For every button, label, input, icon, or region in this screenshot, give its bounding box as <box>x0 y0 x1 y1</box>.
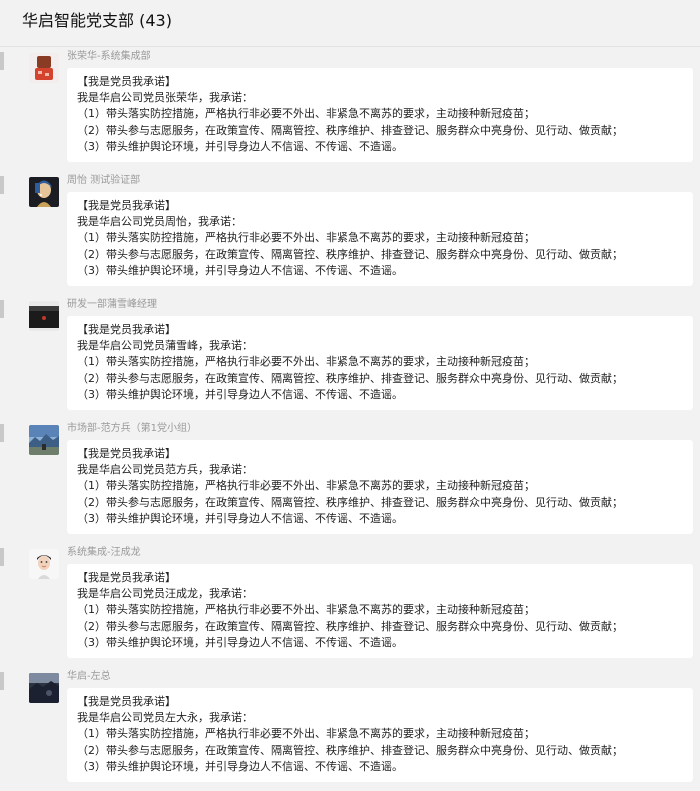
message-line: 【我是党员我承诺】 <box>77 447 176 460</box>
photo-avatar-landscape-icon <box>29 425 59 455</box>
message-line: （1）带头落实防控措施，严格执行非必要不外出、非紧急不离苏的要求，主动接种新冠疫… <box>77 479 535 493</box>
message-line: （1）带头落实防控措施，严格执行非必要不外出、非紧急不离苏的要求，主动接种新冠疫… <box>77 355 535 369</box>
sender-name: 张荣华-系统集成部 <box>67 51 151 62</box>
sender-name: 周怡 测试验证部 <box>67 175 141 186</box>
chat-header: 华启智能党支部 (43) <box>0 0 700 47</box>
message-line: （1）带头落实防控措施，严格执行非必要不外出、非紧急不离苏的要求，主动接种新冠疫… <box>77 231 535 245</box>
message-line: 【我是党员我承诺】 <box>77 571 176 584</box>
sender-name: 华启-左总 <box>67 671 111 682</box>
message-line: （3）带头维护舆论环境，并引导身边人不信谣、不传谣、不造谣。 <box>77 387 403 401</box>
sender-name: 研发一部蒲雪峰经理 <box>67 299 157 310</box>
message-bubble[interactable]: 【我是党员我承诺】 我是华启公司党员张荣华，我承诺： （1）带头落实防控措施，严… <box>67 68 693 162</box>
group-title: 华启智能党支部 (43) <box>22 11 172 30</box>
message-line: 我是华启公司党员蒲雪峰，我承诺： <box>77 339 253 353</box>
message-item: 张荣华-系统集成部 【我是党员我承诺】 我是华启公司党员张荣华，我承诺： （1）… <box>0 47 700 171</box>
avatar[interactable] <box>29 177 59 207</box>
photo-avatar-portrait-painting-icon <box>29 177 59 207</box>
avatar[interactable] <box>29 425 59 455</box>
message-line: （2）带头参与志愿服务，在政策宣传、隔离管控、秩序维护、排查登记、服务群众中亮身… <box>77 371 623 385</box>
avatar[interactable] <box>29 53 59 83</box>
message-line: 我是华启公司党员范方兵，我承诺： <box>77 463 253 477</box>
message-line: 【我是党员我承诺】 <box>77 75 176 88</box>
message-bubble[interactable]: 【我是党员我承诺】 我是华启公司党员周怡，我承诺： （1）带头落实防控措施，严格… <box>67 192 693 286</box>
message-line: （2）带头参与志愿服务，在政策宣传、隔离管控、秩序维护、排查登记、服务群众中亮身… <box>77 247 623 261</box>
message-line: 【我是党员我承诺】 <box>77 323 176 336</box>
message-feed[interactable]: 张荣华-系统集成部 【我是党员我承诺】 我是华启公司党员张荣华，我承诺： （1）… <box>0 47 700 791</box>
photo-avatar-dark-device-icon <box>29 301 59 331</box>
message-bubble[interactable]: 【我是党员我承诺】 我是华启公司党员汪成龙，我承诺： （1）带头落实防控措施，严… <box>67 564 693 658</box>
message-line: （1）带头落实防控措施，严格执行非必要不外出、非紧急不离苏的要求，主动接种新冠疫… <box>77 107 535 121</box>
avatar[interactable] <box>29 673 59 703</box>
message-line: （2）带头参与志愿服务，在政策宣传、隔离管控、秩序维护、排查登记、服务群众中亮身… <box>77 495 623 509</box>
message-bubble[interactable]: 【我是党员我承诺】 我是华启公司党员范方兵，我承诺： （1）带头落实防控措施，严… <box>67 440 693 534</box>
message-line: 我是华启公司党员周怡，我承诺： <box>77 215 242 229</box>
message-item: 系统集成-汪成龙 【我是党员我承诺】 我是华启公司党员汪成龙，我承诺： （1）带… <box>0 543 700 667</box>
message-item: 周怡 测试验证部 【我是党员我承诺】 我是华启公司党员周怡，我承诺： （1）带头… <box>0 171 700 295</box>
photo-avatar-night-scene-icon <box>29 673 59 703</box>
message-line: （1）带头落实防控措施，严格执行非必要不外出、非紧急不离苏的要求，主动接种新冠疫… <box>77 727 535 741</box>
message-line: （3）带头维护舆论环境，并引导身边人不信谣、不传谣、不造谣。 <box>77 759 403 773</box>
message-item: 研发一部蒲雪峰经理 【我是党员我承诺】 我是华启公司党员蒲雪峰，我承诺： （1）… <box>0 295 700 419</box>
avatar[interactable] <box>29 301 59 331</box>
message-line: 【我是党员我承诺】 <box>77 695 176 708</box>
message-line: 我是华启公司党员汪成龙，我承诺： <box>77 587 253 601</box>
message-line: 我是华启公司党员张荣华，我承诺： <box>77 91 253 105</box>
sender-name: 系统集成-汪成龙 <box>67 547 141 558</box>
message-bubble[interactable]: 【我是党员我承诺】 我是华启公司党员左大永，我承诺： （1）带头落实防控措施，严… <box>67 688 693 782</box>
message-line: （3）带头维护舆论环境，并引导身边人不信谣、不传谣、不造谣。 <box>77 511 403 525</box>
message-line: （3）带头维护舆论环境，并引导身边人不信谣、不传谣、不造谣。 <box>77 263 403 277</box>
message-line: （2）带头参与志愿服务，在政策宣传、隔离管控、秩序维护、排查登记、服务群众中亮身… <box>77 619 623 633</box>
message-line: （3）带头维护舆论环境，并引导身边人不信谣、不传谣、不造谣。 <box>77 635 403 649</box>
message-line: （3）带头维护舆论环境，并引导身边人不信谣、不传谣、不造谣。 <box>77 139 403 153</box>
message-line: （1）带头落实防控措施，严格执行非必要不外出、非紧急不离苏的要求，主动接种新冠疫… <box>77 603 535 617</box>
avatar[interactable] <box>29 549 59 579</box>
message-item: 华启-左总 【我是党员我承诺】 我是华启公司党员左大永，我承诺： （1）带头落实… <box>0 667 700 791</box>
message-line: （2）带头参与志愿服务，在政策宣传、隔离管控、秩序维护、排查登记、服务群众中亮身… <box>77 743 623 757</box>
message-bubble[interactable]: 【我是党员我承诺】 我是华启公司党员蒲雪峰，我承诺： （1）带头落实防控措施，严… <box>67 316 693 410</box>
message-item: 市场部-范方兵（第1党小组） 【我是党员我承诺】 我是华启公司党员范方兵，我承诺… <box>0 419 700 543</box>
photo-avatar-person-face-icon <box>29 549 59 579</box>
message-line: 我是华启公司党员左大永，我承诺： <box>77 711 253 725</box>
message-line: 【我是党员我承诺】 <box>77 199 176 212</box>
sender-name: 市场部-范方兵（第1党小组） <box>67 423 197 434</box>
photo-avatar-red-object-icon <box>29 53 59 83</box>
message-line: （2）带头参与志愿服务，在政策宣传、隔离管控、秩序维护、排查登记、服务群众中亮身… <box>77 123 623 137</box>
